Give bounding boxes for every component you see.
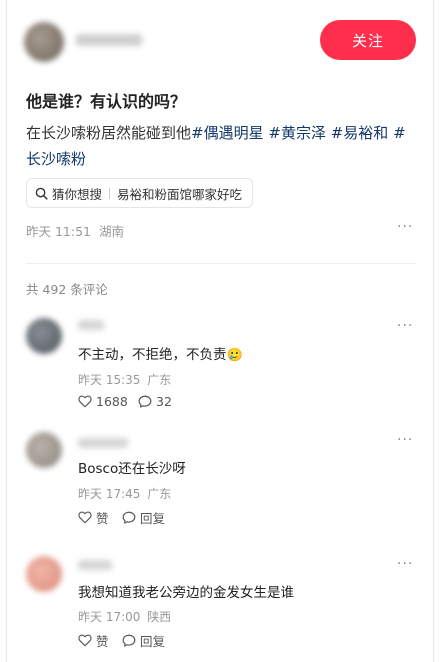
comment-text: 我想知道我老公旁边的金发女生是谁 — [78, 585, 294, 601]
like-count: 1688 — [96, 394, 128, 409]
heart-icon — [78, 511, 96, 524]
comment-bubble-icon — [138, 395, 156, 408]
like-button[interactable]: 赞 — [78, 508, 109, 527]
comment-more-icon[interactable]: ··· — [397, 318, 413, 334]
hashtag-huangzongze[interactable]: #黄宗泽 — [268, 124, 326, 142]
comment-text: Bosco还在长沙呀 — [78, 461, 186, 477]
search-icon — [35, 187, 48, 200]
post-body-text: 在长沙嗦粉居然能碰到他 — [26, 124, 192, 142]
hashtag-ouyu[interactable]: #偶遇明星 — [191, 124, 264, 142]
author-name[interactable] — [76, 34, 142, 46]
comment-author-name[interactable] — [78, 438, 128, 448]
reply-count: 32 — [156, 394, 172, 409]
like-button[interactable]: 1688 — [78, 394, 128, 409]
reply-label: 回复 — [140, 634, 166, 649]
like-label: 赞 — [96, 634, 109, 649]
comment-avatar[interactable] — [26, 432, 62, 468]
comment-avatar[interactable] — [26, 318, 62, 354]
comment-avatar[interactable] — [26, 556, 62, 592]
comment-text: 不主动，不拒绝，不负责🥲 — [78, 343, 243, 363]
like-button[interactable]: 赞 — [78, 631, 109, 650]
comment-text-body: 不主动，不拒绝，不负责 — [78, 347, 227, 363]
comment-date: 昨天 17:00 — [78, 610, 141, 624]
comment-location: 陕西 — [147, 610, 172, 624]
post-body: 在长沙嗦粉居然能碰到他#偶遇明星 #黄宗泽 #易裕和 #长沙嗦粉 — [26, 120, 416, 172]
comment-date: 昨天 15:35 — [78, 373, 141, 387]
divider — [26, 263, 416, 264]
comment-author-name[interactable] — [78, 320, 104, 330]
reply-button[interactable]: 32 — [138, 394, 172, 409]
post-title: 他是谁？有认识的吗？ — [26, 92, 187, 111]
post-location: 湖南 — [98, 224, 124, 239]
comment-more-icon[interactable]: ··· — [397, 432, 413, 448]
comment-location: 广东 — [147, 373, 172, 387]
post-meta: 昨天 11:51 湖南 — [26, 221, 124, 240]
comment-bubble-icon — [122, 634, 140, 647]
comment-date: 昨天 17:45 — [78, 487, 141, 501]
reply-label: 回复 — [140, 511, 166, 526]
comment-emoji: 🥲 — [226, 348, 243, 363]
author-avatar[interactable] — [24, 22, 64, 62]
follow-button[interactable]: 关注 — [320, 20, 416, 60]
comment-meta: 昨天 15:35 广东 — [78, 371, 171, 388]
comment-meta: 昨天 17:45 广东 — [78, 485, 171, 502]
comment-more-icon[interactable]: ··· — [397, 556, 413, 572]
post-more-icon[interactable]: ··· — [397, 219, 413, 235]
comment-bubble-icon — [122, 511, 140, 524]
heart-icon — [78, 634, 96, 647]
hashtag-yiyuhe[interactable]: #易裕和 — [331, 124, 389, 142]
post-date: 昨天 11:51 — [26, 224, 91, 239]
search-separator — [109, 187, 111, 199]
like-label: 赞 — [96, 511, 109, 526]
heart-icon — [78, 395, 96, 408]
comment-location: 广东 — [147, 487, 172, 501]
search-query: 易裕和粉面馆哪家好吃 — [117, 186, 243, 202]
search-suggestion-chip[interactable]: 猜你想搜 易裕和粉面馆哪家好吃 — [26, 178, 254, 208]
comment-meta: 昨天 17:00 陕西 — [78, 608, 171, 625]
reply-button[interactable]: 回复 — [122, 631, 165, 650]
search-prefix: 猜你想搜 — [52, 186, 103, 202]
reply-button[interactable]: 回复 — [122, 508, 165, 527]
comments-count: 共 492 条评论 — [26, 282, 108, 297]
comment-author-name[interactable] — [78, 560, 112, 570]
